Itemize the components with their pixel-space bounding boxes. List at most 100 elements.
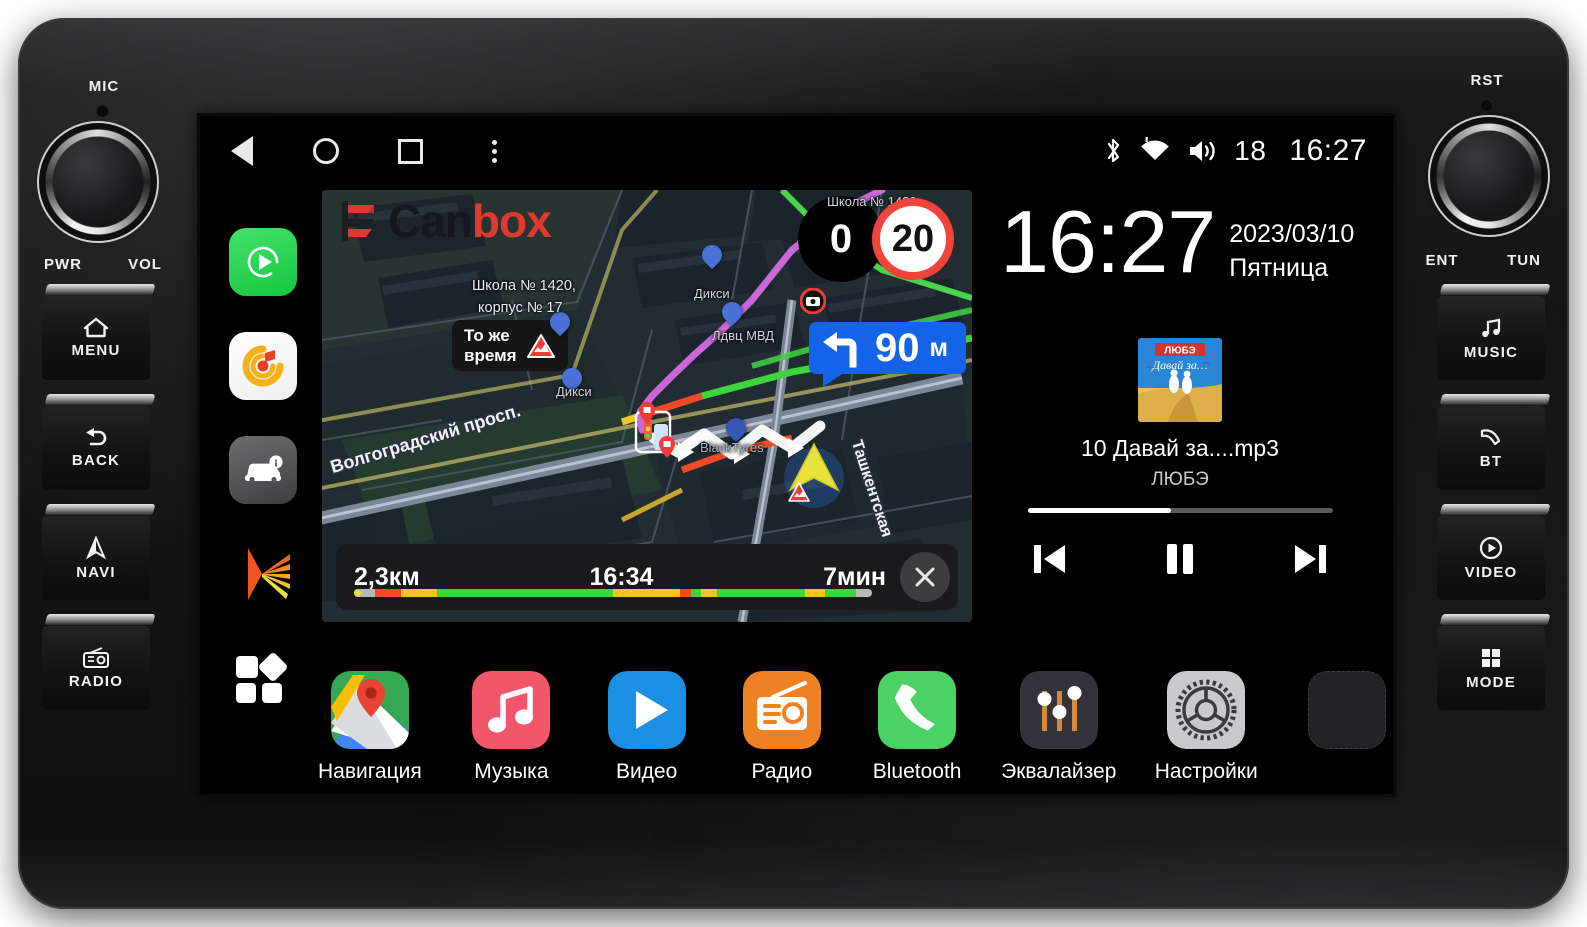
- tooltip-line-2: время: [464, 345, 517, 365]
- maps-icon: [330, 671, 409, 749]
- bt-label: BT: [1479, 452, 1503, 470]
- traffic-segment: [612, 589, 681, 597]
- radio-label: RADIO: [68, 672, 124, 690]
- maneuver-unit: м: [929, 333, 949, 362]
- home-icon: [83, 317, 109, 338]
- menu-label: MENU: [71, 342, 121, 359]
- dock-item-music[interactable]: Музыка: [466, 671, 557, 784]
- dock-label: Настройки: [1154, 760, 1258, 783]
- svg-text:Давай за…: Давай за…: [1151, 358, 1207, 372]
- video-hard-button[interactable]: VIDEO: [1437, 516, 1545, 600]
- turn-left-icon: [821, 328, 865, 368]
- dock-item-settings[interactable]: Настройки: [1155, 671, 1258, 784]
- clock-date: 2023/03/10: [1229, 220, 1355, 248]
- traffic-segment: [680, 589, 691, 597]
- grid-icon: [1479, 646, 1503, 670]
- tune-enter-knob[interactable]: [1437, 124, 1541, 228]
- previous-track-button[interactable]: [1029, 539, 1071, 579]
- traffic-segment: [374, 589, 401, 597]
- play-circle-green-icon: [241, 240, 285, 284]
- empty-slot-icon: [1308, 671, 1387, 749]
- video-label: VIDEO: [1464, 563, 1518, 581]
- route-duration: 7мин: [823, 562, 886, 591]
- back-hard-button[interactable]: BACK: [42, 406, 150, 490]
- navi-hard-button[interactable]: NAVI: [42, 516, 150, 600]
- mode-hard-button[interactable]: MODE: [1437, 626, 1545, 710]
- play-icon: [607, 671, 686, 749]
- navi-label: NAVI: [76, 563, 116, 581]
- android-status-bar: 18 16:27: [200, 116, 1393, 186]
- route-traffic-bar: [354, 589, 872, 597]
- traffic-segment: [400, 589, 437, 597]
- three-dots-icon: [491, 139, 497, 163]
- clock-widget[interactable]: 16:27 2023/03/10 Пятница: [1000, 198, 1360, 286]
- menu-hard-button[interactable]: MENU: [42, 296, 150, 380]
- reset-hole-icon[interactable]: [1480, 98, 1493, 111]
- speed-camera-icon: [800, 288, 826, 314]
- car-info-icon: [240, 454, 286, 486]
- music-hard-button[interactable]: MUSIC: [1437, 296, 1545, 380]
- status-icons: 18 16:27: [1103, 116, 1367, 186]
- rail-item-car-info[interactable]: [229, 436, 297, 504]
- back-label: BACK: [71, 451, 121, 469]
- road-works-marker-icon: [788, 482, 810, 502]
- navigation-map-widget[interactable]: Can box 0 20 90 м То же время Школа № 14…: [322, 190, 972, 622]
- touchscreen[interactable]: 18 16:27 Can box 0 20 90 м То же время Ш…: [200, 116, 1393, 794]
- phone-icon: [878, 671, 957, 749]
- track-progress-bar[interactable]: [1027, 508, 1333, 513]
- nav-recents-button[interactable]: [368, 116, 452, 186]
- phone-handset-icon: [1478, 427, 1504, 449]
- rail-item-yandex-music[interactable]: [229, 332, 297, 400]
- playback-controls: [1029, 539, 1331, 579]
- traffic-segment: [825, 589, 857, 597]
- canbox-logo-box: box: [471, 195, 552, 247]
- music-widget[interactable]: ЛЮБЭ Давай за… 10 Давай за....mp3 ЛЮБЭ: [1000, 338, 1360, 579]
- radio-icon: [82, 646, 110, 669]
- maneuver-banner: 90 м: [809, 322, 966, 387]
- mic-hole-icon: [96, 104, 109, 117]
- dock-item-navigation[interactable]: Навигация: [318, 671, 422, 784]
- pwr-label: PWR: [44, 256, 82, 273]
- bt-hard-button[interactable]: BT: [1437, 406, 1545, 490]
- close-icon: [915, 567, 935, 587]
- dock-item-radio[interactable]: Радио: [736, 671, 827, 784]
- dock-item-video[interactable]: Видео: [601, 671, 692, 784]
- map-label: корпус № 17: [478, 300, 563, 316]
- radio-hard-button[interactable]: RADIO: [42, 626, 150, 710]
- app-dock: Навигация Музыка Видео Радио Bluetooth Э…: [200, 671, 1393, 784]
- rail-item-carplay[interactable]: [229, 228, 297, 296]
- rst-label: RST: [1470, 72, 1504, 89]
- nav-home-button[interactable]: [284, 116, 368, 186]
- next-track-button[interactable]: [1289, 539, 1331, 579]
- square-recents-icon: [397, 138, 423, 164]
- poi-pin: [717, 297, 747, 328]
- map-label: BlackTyres: [700, 440, 764, 455]
- maneuver-distance: 90: [875, 326, 920, 370]
- route-summary-bar: 2,3км 16:34 7мин: [336, 544, 958, 610]
- canbox-logo: Can box: [338, 195, 552, 247]
- play-pause-button[interactable]: [1163, 539, 1197, 579]
- equalizer-icon: [1019, 671, 1098, 749]
- pause-icon: [1167, 544, 1193, 574]
- volume-power-knob[interactable]: [46, 130, 150, 234]
- map-label: Дикси: [556, 384, 592, 399]
- dock-item-bluetooth[interactable]: Bluetooth: [872, 671, 963, 784]
- dock-label: Bluetooth: [872, 760, 962, 783]
- track-artist: ЛЮБЭ: [1151, 469, 1209, 490]
- rail-item-kaspersky[interactable]: [229, 540, 297, 608]
- mode-label: MODE: [1466, 673, 1516, 691]
- traffic-segment: [701, 589, 717, 597]
- dock-label: Навигация: [318, 760, 422, 783]
- dock-item-empty[interactable]: [1302, 671, 1393, 784]
- speed-limit-sign: 20: [872, 198, 954, 280]
- close-route-button[interactable]: [900, 552, 950, 602]
- canbox-logo-can: Can: [388, 195, 473, 247]
- nav-overflow-button[interactable]: [452, 116, 536, 186]
- dock-item-equalizer[interactable]: Эквалайзер: [1001, 671, 1116, 784]
- map-label: Дикси: [694, 286, 730, 301]
- nav-back-button[interactable]: [200, 116, 284, 186]
- map-label: Школа № 1420,: [472, 278, 576, 294]
- music-note-icon: [472, 671, 551, 749]
- skip-next-icon: [1295, 545, 1326, 573]
- wifi-icon: [1138, 137, 1172, 165]
